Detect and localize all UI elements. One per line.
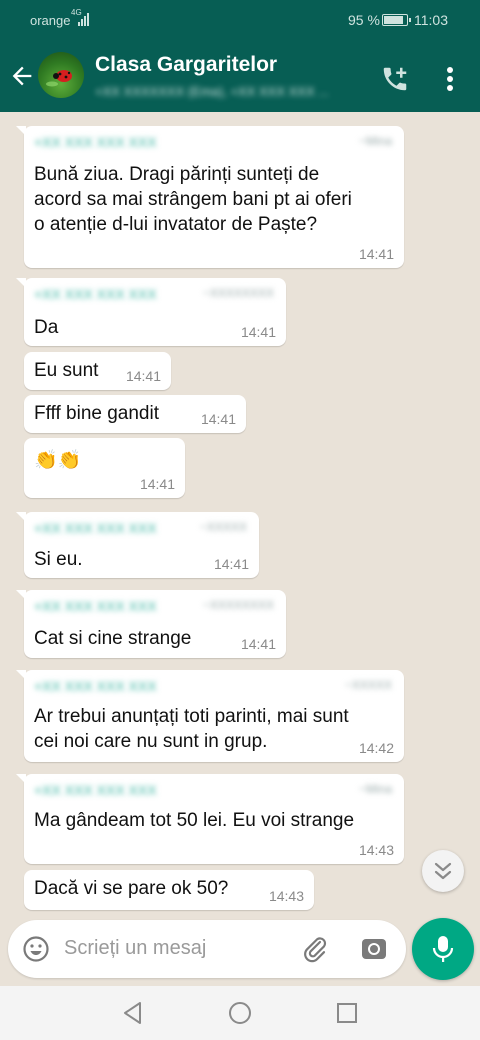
message-input-bar: Scrieți un mesaj — [8, 920, 406, 978]
signal-icon — [78, 10, 89, 26]
nav-home-icon[interactable] — [227, 1000, 253, 1026]
message-text: Ma gândeam tot 50 lei. Eu voi strange — [34, 810, 355, 831]
emoji-icon[interactable] — [22, 935, 50, 963]
message-sender-name: ~Mina — [358, 134, 392, 148]
message-sender[interactable]: +XX XXX XXX XXX — [34, 520, 157, 536]
message-text: Da — [34, 317, 59, 338]
message-text: Eu sunt — [34, 360, 99, 381]
message-sender-name: ~XXXXX — [344, 678, 392, 692]
back-arrow-icon[interactable] — [8, 62, 36, 90]
message-sender[interactable]: +XX XXX XXX XXX — [34, 134, 157, 150]
mic-button[interactable] — [412, 918, 474, 980]
chat-title[interactable]: Clasa Gargaritelor — [95, 53, 277, 77]
chevron-double-down-icon — [434, 862, 452, 880]
message-time: 14:43 — [268, 888, 304, 904]
nav-back-icon[interactable] — [120, 1000, 146, 1026]
scroll-to-bottom-button[interactable] — [422, 850, 464, 892]
message-bubble[interactable]: Eu sunt 14:41 — [24, 352, 171, 390]
message-time: 14:41 — [358, 246, 394, 262]
nav-recents-icon[interactable] — [334, 1000, 360, 1026]
message-sender-name: ~XXXXXXXX — [202, 286, 274, 300]
message-bubble[interactable]: +XX XXX XXX XXX ~Mina Bună ziua. Dragi p… — [16, 126, 404, 268]
message-bubble[interactable]: Dacă vi se pare ok 50? 14:43 — [24, 870, 314, 910]
message-bubble[interactable]: +XX XXX XXX XXX ~XXXXXXXX Da 14:41 — [16, 278, 286, 346]
more-vert-icon[interactable] — [440, 64, 460, 94]
message-time: 14:41 — [125, 368, 161, 384]
group-avatar[interactable] — [38, 52, 84, 98]
message-sender[interactable]: +XX XXX XXX XXX — [34, 598, 157, 614]
message-time: 14:41 — [139, 476, 175, 492]
status-bar: orange 4G 95 % 11:03 — [0, 0, 480, 40]
message-sender[interactable]: +XX XXX XXX XXX — [34, 286, 157, 302]
message-bubble[interactable]: Ffff bine gandit 14:41 — [24, 395, 246, 433]
message-bubble[interactable]: +XX XXX XXX XXX ~XXXXX Si eu. 14:41 — [16, 512, 259, 578]
message-text: Dacă vi se pare ok 50? — [34, 878, 229, 899]
message-time: 14:41 — [240, 636, 276, 652]
chat-members[interactable]: +XX XXXXXXX (Ema), +XX XXX XXX ... — [95, 84, 357, 99]
message-text: Si eu. — [34, 549, 83, 570]
carrier-label: orange — [30, 13, 71, 28]
status-time: 11:03 — [414, 12, 448, 28]
camera-icon[interactable] — [360, 935, 388, 963]
message-time: 14:42 — [358, 740, 394, 756]
message-text: Ar trebui anunțați toti parinti, mai sun… — [34, 706, 349, 752]
message-bubble[interactable]: +XX XXX XXX XXX ~Mina Ma gândeam tot 50 … — [16, 774, 404, 864]
message-sender[interactable]: +XX XXX XXX XXX — [34, 678, 157, 694]
message-text: Ffff bine gandit — [34, 403, 160, 424]
message-bubble[interactable]: +XX XXX XXX XXX ~XXXXXXXX Cat si cine st… — [16, 590, 286, 658]
battery-icon — [382, 14, 411, 26]
attach-icon[interactable] — [300, 934, 330, 964]
message-time: 14:41 — [200, 411, 236, 427]
message-list[interactable]: +XX XXX XXX XXX ~Mina Bună ziua. Dragi p… — [0, 112, 480, 914]
battery-percent: 95 % — [348, 12, 380, 28]
message-bubble[interactable]: 👏👏 14:41 — [24, 438, 185, 498]
message-time: 14:41 — [213, 556, 249, 572]
message-sender-name: ~XXXXX — [199, 520, 247, 534]
mic-icon — [432, 936, 454, 962]
clapping-hands-emoji: 👏👏 — [34, 450, 82, 471]
message-sender-name: ~XXXXXXXX — [202, 598, 274, 612]
message-text: Bună ziua. Dragi părinți sunteți de acor… — [34, 164, 352, 235]
message-time: 14:43 — [358, 842, 394, 858]
message-sender-name: ~Mina — [358, 782, 392, 796]
message-time: 14:41 — [240, 324, 276, 340]
message-sender[interactable]: +XX XXX XXX XXX — [34, 782, 157, 798]
message-text: Cat si cine strange — [34, 628, 192, 649]
system-nav-bar — [0, 986, 480, 1040]
add-call-icon[interactable] — [380, 64, 410, 94]
chat-header: Clasa Gargaritelor +XX XXXXXXX (Ema), +X… — [0, 40, 480, 112]
message-input[interactable]: Scrieți un mesaj — [64, 937, 206, 960]
message-bubble[interactable]: +XX XXX XXX XXX ~XXXXX Ar trebui anunțaț… — [16, 670, 404, 762]
